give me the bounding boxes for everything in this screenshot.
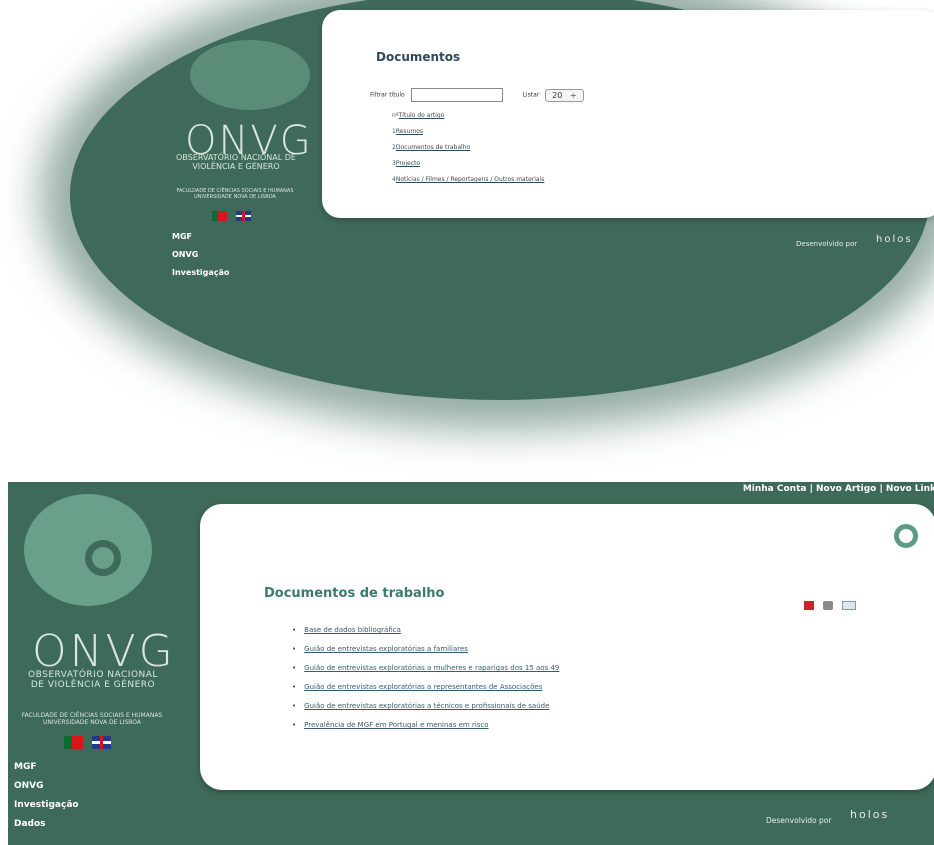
list-count-select[interactable]: 20 ÷	[545, 88, 584, 102]
item-link-resumos[interactable]: Resumos	[396, 128, 423, 135]
observatory-name: OBSERVATÓRIO NACIONAL DE VIOLÊNCIA E GÉN…	[176, 153, 296, 171]
observatory-line2: DE VIOLÊNCIA E GÉNERO	[30, 680, 156, 690]
account-links[interactable]: Minha Conta | Novo Artigo | Novo Link	[743, 484, 934, 494]
observatory-name: OBSERVATÓRIO NACIONAL DE VIOLÊNCIA E GÉN…	[18, 670, 168, 690]
list-item: 1Resumos	[392, 124, 544, 140]
doc-link-associacoes[interactable]: Guião de entrevistas exploratórias a rep…	[304, 683, 542, 691]
ring-icon	[894, 524, 918, 548]
item-link-documentos[interactable]: Documentos de trabalho	[396, 144, 470, 151]
list-item: Guião de entrevistas exploratórias a fam…	[292, 640, 559, 659]
menu-item-mgf[interactable]: MGF	[14, 758, 79, 777]
side-menu: MGF ONVG Investigação	[172, 228, 229, 282]
flag-pt-icon[interactable]	[64, 736, 83, 749]
menu-item-onvg[interactable]: ONVG	[172, 246, 229, 264]
filter-title-input[interactable]	[410, 88, 503, 102]
page-title: Documentos	[376, 50, 461, 64]
list-item: Guião de entrevistas exploratórias a rep…	[292, 678, 559, 697]
list-item: Guião de entrevistas exploratórias a mul…	[292, 659, 559, 678]
flag-pt-icon[interactable]	[212, 210, 227, 221]
flag-uk-icon[interactable]	[92, 736, 112, 749]
doc-link-familiares[interactable]: Guião de entrevistas exploratórias a fam…	[304, 645, 468, 653]
content-card: Documentos Filtrar título Listar 20 ÷ nº…	[322, 10, 934, 218]
logo-circle	[190, 40, 310, 110]
doc-link-prevalencia[interactable]: Prevalência de MGF em Portugal e meninas…	[304, 721, 488, 729]
doc-link-base-dados[interactable]: Base de dados bibliográfica	[304, 626, 401, 634]
doc-link-mulheres[interactable]: Guião de entrevistas exploratórias a mul…	[304, 664, 559, 672]
list-item: 2Documentos de trabalho	[392, 140, 544, 156]
top-screenshot: ONVG OBSERVATÓRIO NACIONAL DE VIOLÊNCIA …	[60, 0, 934, 430]
faculty-line1: FACULDADE DE CIÊNCIAS SOCIAIS E HUMANAS	[21, 712, 163, 719]
list-item: 3Projecto	[392, 156, 544, 172]
filter-label: Filtrar título	[370, 91, 405, 99]
list-count-value: 20	[552, 90, 563, 100]
faculty-name: FACULDADE DE CIÊNCIAS SOCIAIS E HUMANAS …	[12, 712, 172, 726]
observatory-line1: OBSERVATÓRIO NACIONAL	[28, 670, 158, 680]
page-title: Documentos de trabalho	[264, 586, 445, 601]
developed-by: Desenvolvido por	[766, 816, 832, 825]
faculty-line2: UNIVERSIDADE NOVA DE LISBOA	[42, 719, 142, 726]
menu-item-onvg[interactable]: ONVG	[14, 777, 79, 796]
logo-circle	[24, 494, 152, 606]
holos-logo[interactable]: holos	[850, 808, 889, 821]
menu-item-dados[interactable]: Dados	[14, 815, 79, 834]
menu-item-mgf[interactable]: MGF	[172, 228, 229, 246]
filter-row: Filtrar título Listar 20 ÷	[370, 88, 584, 102]
article-list: nºTítulo do artigo 1Resumos 2Documentos …	[392, 108, 544, 188]
doc-link-saude[interactable]: Guião de entrevistas exploratórias a téc…	[304, 702, 549, 710]
header-num: nº	[392, 112, 399, 119]
list-label: Listar	[522, 91, 540, 99]
list-item: Guião de entrevistas exploratórias a téc…	[292, 697, 559, 716]
list-item: 4Notícias / Filmes / Reportagens / Outro…	[392, 172, 544, 188]
pdf-icon[interactable]	[804, 601, 814, 610]
menu-item-investigacao[interactable]: Investigação	[14, 796, 79, 815]
list-item: Base de dados bibliográfica	[292, 621, 559, 640]
menu-item-investigacao[interactable]: Investigação	[172, 264, 229, 282]
header-title-link[interactable]: Título do artigo	[399, 112, 445, 119]
email-icon[interactable]	[842, 601, 857, 610]
developed-by: Desenvolvido por	[796, 240, 858, 248]
side-menu: MGF ONVG Investigação Dados	[14, 758, 79, 834]
list-header: nºTítulo do artigo	[392, 108, 544, 124]
item-link-projecto[interactable]: Projecto	[396, 160, 420, 167]
faculty-name: FACULDADE DE CIÊNCIAS SOCIAIS E HUMANAS …	[176, 188, 294, 200]
print-icon[interactable]	[823, 601, 834, 610]
toolbar	[804, 595, 860, 614]
flag-uk-icon[interactable]	[236, 210, 252, 221]
logo-ring-icon	[85, 540, 121, 576]
holos-logo[interactable]: holos	[876, 234, 913, 245]
language-flags	[64, 732, 115, 751]
language-flags	[212, 205, 255, 224]
content-card: Documentos de trabalho Base de dados bib…	[200, 504, 934, 790]
document-list: Base de dados bibliográfica Guião de ent…	[292, 621, 559, 735]
list-item: Prevalência de MGF em Portugal e meninas…	[292, 716, 559, 735]
bottom-screenshot: Minha Conta | Novo Artigo | Novo Link ON…	[8, 482, 934, 845]
select-arrow-icon: ÷	[569, 90, 577, 100]
item-link-noticias[interactable]: Notícias / Filmes / Reportagens / Outros…	[396, 176, 545, 183]
